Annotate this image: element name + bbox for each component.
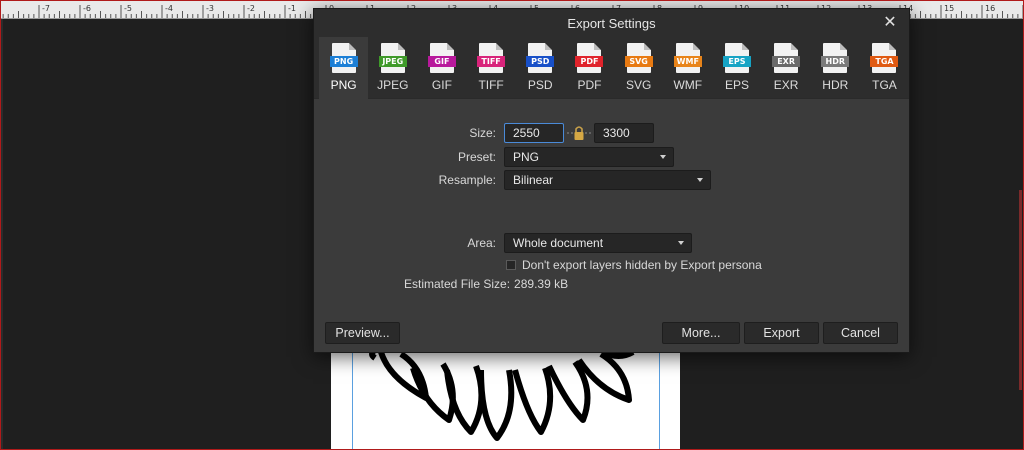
- ruler-label: -7: [42, 4, 50, 13]
- format-tab-label: PNG: [330, 78, 357, 92]
- format-tab-label: PDF: [577, 78, 602, 92]
- dialog-titlebar[interactable]: Export Settings ✕: [314, 9, 909, 37]
- format-tab-label: GIF: [431, 78, 452, 92]
- lock-icon[interactable]: [567, 123, 591, 143]
- ruler-label: -2: [247, 4, 255, 13]
- dialog-title: Export Settings: [567, 15, 656, 31]
- ruler-label: 15: [944, 4, 954, 13]
- export-settings-dialog: Export Settings ✕ PNG PNG JPEG JPEG GIF GIF TI…: [313, 8, 910, 353]
- format-tabs: PNG PNG JPEG JPEG GIF GIF TIFF TIFF PSD PSD PDF PDF…: [314, 37, 909, 99]
- wmf-file-icon: WMF: [673, 43, 702, 73]
- format-icon-tag: GIF: [427, 56, 456, 67]
- area-value: Whole document: [513, 236, 604, 250]
- ruler-label: -1: [288, 4, 296, 13]
- file-size-value: 289.39 kB: [514, 277, 569, 291]
- export-button[interactable]: Export: [744, 322, 819, 344]
- format-icon-tag: PDF: [575, 56, 604, 67]
- ruler-label: 16: [985, 4, 995, 13]
- document-page[interactable]: [331, 340, 680, 450]
- format-tab-label: HDR: [822, 78, 849, 92]
- ruler-label: -5: [124, 4, 132, 13]
- resample-select[interactable]: Bilinear: [504, 170, 711, 190]
- preset-select[interactable]: PNG: [504, 147, 674, 167]
- format-icon-tag: SVG: [624, 56, 653, 67]
- preset-row: Preset: PNG: [314, 147, 674, 167]
- resample-row: Resample: Bilinear: [314, 170, 711, 190]
- hidden-layers-label: Don't export layers hidden by Export per…: [522, 258, 762, 272]
- hidden-layers-checkbox[interactable]: [506, 260, 516, 270]
- format-icon-tag: HDR: [821, 56, 850, 67]
- format-icon-tag: EXR: [772, 56, 801, 67]
- preview-button[interactable]: Preview...: [325, 322, 400, 344]
- format-tab-label: TGA: [872, 78, 897, 92]
- format-tab-png[interactable]: PNG PNG: [319, 37, 369, 99]
- file-size-row: Estimated File Size: 289.39 kB: [404, 277, 568, 291]
- width-field[interactable]: 2550 px: [504, 123, 564, 158]
- gif-file-icon: GIF: [427, 43, 456, 73]
- hdr-file-icon: HDR: [821, 43, 850, 73]
- close-icon[interactable]: ✕: [881, 14, 899, 32]
- size-row: Size: 2550 px 3300 px: [314, 123, 654, 158]
- cancel-button[interactable]: Cancel: [823, 322, 898, 344]
- format-icon-tag: EPS: [722, 56, 751, 67]
- tiff-file-icon: TIFF: [477, 43, 506, 73]
- exr-file-icon: EXR: [772, 43, 801, 73]
- file-size-label: Estimated File Size:: [404, 277, 511, 291]
- format-tab-tiff[interactable]: TIFF TIFF: [467, 37, 516, 99]
- chevron-down-icon: [660, 155, 666, 159]
- format-icon-tag: JPEG: [378, 56, 407, 67]
- height-field[interactable]: 3300 px: [594, 123, 654, 158]
- eps-file-icon: EPS: [722, 43, 751, 73]
- format-tab-label: TIFF: [478, 78, 504, 92]
- preset-label: Preset:: [457, 150, 496, 164]
- format-tab-gif[interactable]: GIF GIF: [417, 37, 466, 99]
- ruler-label: -3: [206, 4, 214, 13]
- format-icon-tag: TGA: [870, 56, 899, 67]
- format-tab-svg[interactable]: SVG SVG: [614, 37, 663, 99]
- format-tab-label: SVG: [625, 78, 652, 92]
- format-tab-label: EPS: [724, 78, 749, 92]
- svg-file-icon: SVG: [624, 43, 653, 73]
- resample-label: Resample:: [438, 173, 496, 187]
- preset-value: PNG: [513, 150, 540, 164]
- ruler-label: -6: [83, 4, 91, 13]
- format-tab-pdf[interactable]: PDF PDF: [565, 37, 614, 99]
- format-tab-psd[interactable]: PSD PSD: [516, 37, 565, 99]
- pdf-file-icon: PDF: [575, 43, 604, 73]
- format-tab-eps[interactable]: EPS EPS: [712, 37, 761, 99]
- area-label: Area:: [467, 236, 496, 250]
- more-button[interactable]: More...: [662, 322, 740, 344]
- format-tab-wmf[interactable]: WMF WMF: [663, 37, 712, 99]
- format-tab-tga[interactable]: TGA TGA: [860, 37, 909, 99]
- format-tab-label: PSD: [527, 78, 553, 92]
- format-icon-tag: PSD: [526, 56, 555, 67]
- format-icon-tag: PNG: [329, 56, 358, 67]
- format-tab-label: JPEG: [377, 78, 409, 92]
- format-tab-exr[interactable]: EXR EXR: [762, 37, 811, 99]
- vertical-scrollbar[interactable]: [1019, 190, 1022, 390]
- ruler-label: -4: [165, 4, 173, 13]
- chevron-down-icon: [678, 241, 684, 245]
- format-icon-tag: WMF: [673, 56, 702, 67]
- flower-artwork: [369, 347, 635, 441]
- format-tab-label: EXR: [773, 78, 799, 92]
- chevron-down-icon: [697, 178, 703, 182]
- size-label: Size:: [469, 126, 496, 140]
- area-row: Area: Whole document: [314, 233, 692, 253]
- area-select[interactable]: Whole document: [504, 233, 692, 253]
- format-tab-hdr[interactable]: HDR HDR: [811, 37, 860, 99]
- psd-file-icon: PSD: [526, 43, 555, 73]
- png-file-icon: PNG: [329, 43, 358, 73]
- format-tab-label: WMF: [673, 78, 703, 92]
- tga-file-icon: TGA: [870, 43, 899, 73]
- format-icon-tag: TIFF: [477, 56, 506, 67]
- resample-value: Bilinear: [513, 173, 554, 187]
- format-tab-jpeg[interactable]: JPEG JPEG: [368, 37, 417, 99]
- hidden-layers-row: Don't export layers hidden by Export per…: [506, 258, 762, 272]
- vertical-ruler[interactable]: [1, 19, 3, 449]
- jpeg-file-icon: JPEG: [378, 43, 407, 73]
